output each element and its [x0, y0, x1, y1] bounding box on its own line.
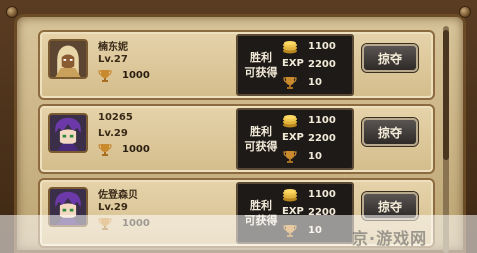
reward-coins: 1100: [308, 189, 336, 200]
reward-coins: 1100: [308, 115, 336, 126]
opponent-trophies: 1000: [122, 70, 150, 81]
win-label-line1: 胜利: [250, 125, 272, 138]
reward-coins: 1100: [308, 41, 336, 52]
win-label-line2: 可获得: [244, 140, 278, 153]
trophy-icon: [98, 144, 112, 156]
trophy-icon: [283, 151, 297, 163]
opponent-name: 10265: [98, 112, 133, 123]
rivet-icon: [6, 6, 18, 18]
watermark-text: 京·游戏网: [352, 229, 428, 248]
purple-hair-hero-avatar: [48, 113, 88, 153]
win-label-line1: 胜利: [250, 199, 272, 212]
win-label-line1: 胜利: [250, 51, 272, 64]
gold-coins-icon: [283, 115, 297, 128]
gold-coins-icon: [283, 189, 297, 202]
scrollbar-thumb[interactable]: [443, 30, 449, 160]
opponent-row: 10265 Lv.29 1000 胜利 可获得 EXP 1100 2200 10…: [38, 104, 435, 174]
opponent-level: Lv.29: [98, 128, 128, 139]
win-reward-label: 胜利 可获得: [244, 124, 278, 154]
exp-label: EXP: [282, 58, 304, 69]
plunder-button[interactable]: 掠夺: [362, 44, 418, 72]
opponent-trophies: 1000: [122, 144, 150, 155]
victory-reward-panel: 胜利 可获得 EXP 1100 2200 10: [236, 108, 354, 170]
trophy-icon: [98, 70, 112, 82]
opponent-level: Lv.27: [98, 54, 128, 65]
rivet-icon: [459, 6, 471, 18]
reward-exp: 2200: [308, 133, 336, 144]
reward-exp: 2200: [308, 59, 336, 70]
opponent-row: 楠东妮 Lv.27 1000 胜利 可获得 EXP 1100 2200 10 掠…: [38, 30, 435, 100]
desert-warrior-avatar: [48, 39, 88, 79]
trophy-icon: [283, 77, 297, 89]
win-reward-label: 胜利 可获得: [244, 50, 278, 80]
opponent-level: Lv.29: [98, 202, 128, 213]
plunder-button[interactable]: 掠夺: [362, 118, 418, 146]
exp-label: EXP: [282, 132, 304, 143]
opponent-name: 佐登森贝: [98, 190, 138, 201]
reward-trophies: 10: [308, 77, 322, 88]
gold-coins-icon: [283, 41, 297, 54]
win-label-line2: 可获得: [244, 66, 278, 79]
reward-trophies: 10: [308, 151, 322, 162]
victory-reward-panel: 胜利 可获得 EXP 1100 2200 10: [236, 34, 354, 96]
opponent-name: 楠东妮: [98, 42, 128, 53]
